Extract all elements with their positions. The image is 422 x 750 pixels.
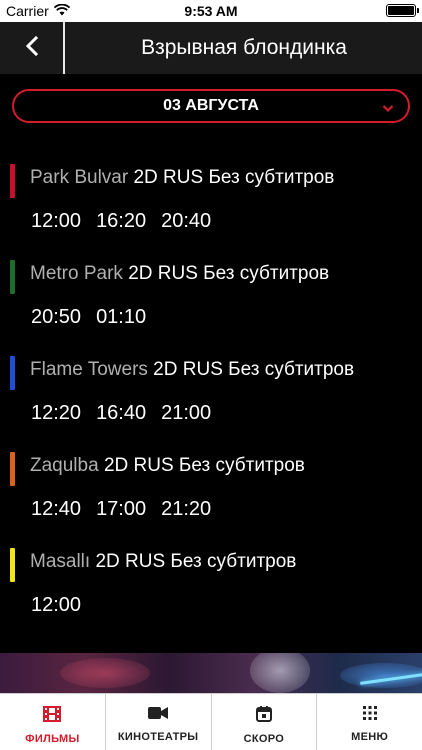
cinema-color-bar	[10, 356, 15, 390]
cinema-header: Zaqulba 2D RUS Без субтитров	[30, 455, 305, 477]
cinema-header: Park Bulvar 2D RUS Без субтитров	[30, 167, 334, 189]
showtime-button[interactable]: 21:00	[161, 402, 211, 425]
cinema-format: 2D RUS Без субтитров	[90, 551, 297, 572]
cinema-item: Zaqulba 2D RUS Без субтитров 12:40 17:00 21…	[0, 450, 422, 546]
showtime-button[interactable]: 16:20	[96, 210, 146, 233]
date-select[interactable]: 03 АВГУСТА	[12, 89, 410, 123]
grid-menu-icon	[362, 706, 377, 725]
showtime-button[interactable]: 12:00	[31, 210, 81, 233]
chevron-left-icon	[25, 35, 39, 61]
status-right	[386, 4, 419, 17]
film-icon	[43, 706, 62, 727]
showtime-button[interactable]: 12:20	[31, 402, 81, 425]
cinema-item: Park Bulvar 2D RUS Без субтитров 12:00 16:…	[0, 162, 422, 258]
nav-divider	[63, 22, 65, 74]
chevron-down-icon	[382, 100, 394, 118]
battery-fill	[388, 6, 414, 15]
cinema-color-bar	[10, 164, 15, 198]
showtimes: 12:40 17:00 21:20	[31, 498, 211, 521]
showtime-button[interactable]: 17:00	[96, 498, 146, 521]
cinema-name[interactable]: Masallı	[30, 551, 90, 572]
cinema-color-bar	[10, 260, 15, 294]
showtimes: 12:00 16:20 20:40	[31, 210, 211, 233]
tab-films[interactable]: ФИЛЬМЫ	[0, 694, 105, 750]
cinema-format: 2D RUS Без субтитров	[122, 263, 330, 284]
tab-label: СКОРО	[243, 733, 285, 745]
cinema-item: Masallı 2D RUS Без субтитров 12:00	[0, 546, 422, 642]
tab-label: МЕНЮ	[351, 731, 389, 743]
tab-bar: ФИЛЬМЫ КИНОТЕАТРЫ СКОРО МЕНЮ	[0, 693, 422, 750]
banner-glow	[60, 658, 150, 688]
showtime-button[interactable]: 12:00	[31, 594, 81, 617]
date-select-value: 03 АВГУСТА	[163, 97, 259, 114]
cinema-name[interactable]: Zaqulba	[30, 455, 99, 476]
cinema-header: Metro Park 2D RUS Без субтитров	[30, 263, 329, 285]
status-bar: Carrier 9:53 AM	[0, 0, 422, 22]
showtimes: 12:20 16:40 21:00	[31, 402, 211, 425]
showtime-button[interactable]: 20:50	[31, 306, 81, 329]
cinema-header: Flame Towers 2D RUS Без субтитров	[30, 359, 354, 381]
banner-glow	[250, 653, 310, 693]
cinema-name[interactable]: Metro Park	[30, 263, 123, 284]
showtime-button[interactable]: 20:40	[161, 210, 211, 233]
cinema-name[interactable]: Flame Towers	[30, 359, 148, 380]
cinema-format: 2D RUS Без субтитров	[128, 167, 335, 188]
tab-cinemas[interactable]: КИНОТЕАТРЫ	[104, 694, 211, 750]
showtimes: 12:00	[31, 594, 81, 617]
tab-soon[interactable]: СКОРО	[210, 694, 317, 750]
cinema-color-bar	[10, 548, 15, 582]
cinema-name[interactable]: Park Bulvar	[30, 167, 128, 188]
cinema-header: Masallı 2D RUS Без субтитров	[30, 551, 296, 573]
showtime-button[interactable]: 21:20	[161, 498, 211, 521]
cinema-color-bar	[10, 452, 15, 486]
tab-label: КИНОТЕАТРЫ	[117, 731, 199, 743]
movie-banner[interactable]	[0, 653, 422, 693]
showtimes: 20:50 01:10	[31, 306, 146, 329]
cinema-item: Metro Park 2D RUS Без субтитров 20:50 01:1…	[0, 258, 422, 354]
showtime-button[interactable]: 01:10	[96, 306, 146, 329]
showtime-button[interactable]: 16:40	[96, 402, 146, 425]
page-title: Взрывная блондинка	[141, 36, 347, 59]
cinema-format: 2D RUS Без субтитров	[147, 359, 355, 380]
back-button[interactable]	[0, 22, 64, 74]
video-camera-icon	[148, 706, 169, 725]
calendar-icon	[255, 706, 272, 727]
status-time: 9:53 AM	[184, 3, 238, 19]
cinema-item: Flame Towers 2D RUS Без субтитров 12:20 16…	[0, 354, 422, 450]
tab-label: ФИЛЬМЫ	[25, 733, 80, 745]
nav-bar: Взрывная блондинка	[0, 22, 422, 74]
showtime-button[interactable]: 12:40	[31, 498, 81, 521]
battery-icon	[386, 4, 419, 17]
cinema-list: Park Bulvar 2D RUS Без субтитров 12:00 16:…	[0, 162, 422, 642]
cinema-format: 2D RUS Без субтитров	[98, 455, 305, 476]
tab-menu[interactable]: МЕНЮ	[316, 694, 422, 750]
